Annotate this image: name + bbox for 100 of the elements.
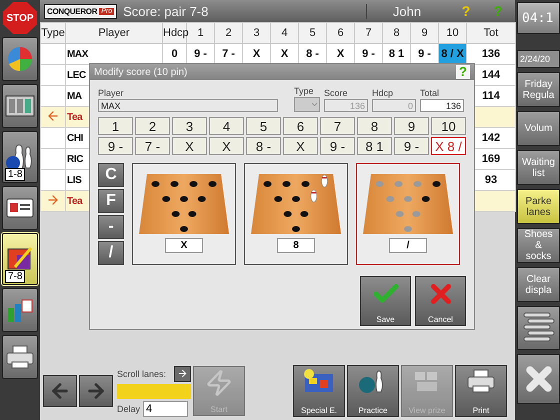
sidebar-button[interactable] <box>2 84 38 128</box>
frame-number[interactable]: 1 <box>98 117 133 135</box>
fallen-pin-spot[interactable] <box>292 226 300 232</box>
score-key[interactable]: / <box>98 241 124 265</box>
clock: 04:1 <box>517 2 560 34</box>
fallen-pin-spot[interactable] <box>180 226 188 232</box>
side-menu-button[interactable]: Volum <box>517 111 560 146</box>
column-header: Type <box>40 22 66 44</box>
lane-panel[interactable]: / <box>356 163 460 265</box>
frame-number[interactable]: 6 <box>283 117 318 135</box>
frame-score[interactable]: 8 - <box>246 137 281 155</box>
frame-number[interactable]: 4 <box>209 117 244 135</box>
pie-chart-icon <box>5 45 35 73</box>
action-button[interactable]: Practice <box>347 365 399 417</box>
fallen-pin-spot[interactable] <box>264 181 272 187</box>
column-header: 6 <box>326 22 354 44</box>
sidebar-button[interactable] <box>2 186 38 230</box>
table-cell <box>40 148 66 170</box>
fallen-pin-spot[interactable] <box>190 181 198 187</box>
save-button[interactable]: Save <box>360 276 411 326</box>
chevron-icon <box>310 100 319 109</box>
fallen-pin-spot[interactable] <box>282 181 290 187</box>
stop-button[interactable]: STOP <box>3 2 37 34</box>
field-label: Type <box>294 86 315 96</box>
frame-score[interactable]: 9 - <box>394 137 429 155</box>
printer-icon <box>466 368 496 394</box>
delay-field[interactable]: 4 <box>143 400 188 416</box>
delay-label: Delay <box>117 404 140 414</box>
table-cell <box>40 64 66 86</box>
frame-number[interactable]: 7 <box>320 117 355 135</box>
column-header: 5 <box>298 22 326 44</box>
lane-panel[interactable]: X <box>132 163 236 265</box>
column-header: 9 <box>410 22 438 44</box>
frame-score[interactable]: X <box>209 137 244 155</box>
standing-pin[interactable] <box>310 190 318 202</box>
close-button[interactable] <box>517 354 560 404</box>
date-label: 2/24/20 <box>517 50 560 68</box>
ball-result: X <box>165 238 203 253</box>
frame-number[interactable]: 8 <box>357 117 392 135</box>
fallen-pin-spot[interactable] <box>422 196 430 202</box>
scroll-button[interactable] <box>174 366 191 382</box>
frame-score[interactable]: X <box>172 137 207 155</box>
score-key[interactable]: F <box>98 189 124 213</box>
action-button[interactable]: Print <box>455 365 507 417</box>
sidebar-button[interactable] <box>2 288 38 332</box>
list-button[interactable] <box>517 306 560 350</box>
player-cell: MAX <box>66 44 162 64</box>
side-menu-button[interactable]: Shoes & socks <box>517 228 560 263</box>
frame-score[interactable]: 9 - <box>98 137 133 155</box>
frame-score[interactable]: X <box>283 137 318 155</box>
fallen-pin-spot[interactable] <box>284 211 292 217</box>
field-label: Hdcp <box>372 88 394 98</box>
table-cell: 136 <box>466 44 516 64</box>
column-header: 3 <box>242 22 270 44</box>
next-button[interactable] <box>79 375 113 407</box>
cancel-button[interactable]: Cancel <box>415 276 466 326</box>
previous-button[interactable] <box>43 375 77 407</box>
table-cell <box>40 44 66 64</box>
frame-number[interactable]: 10 <box>431 117 466 135</box>
fallen-pin-spot[interactable] <box>292 196 300 202</box>
total-field[interactable]: 136 <box>420 99 464 112</box>
frame-score[interactable]: 7 - <box>135 137 170 155</box>
fallen-pin-spot[interactable] <box>180 196 188 202</box>
standing-pin[interactable] <box>321 174 328 188</box>
fallen-pin-spot[interactable] <box>208 181 216 187</box>
fallen-pin-spot[interactable] <box>152 181 160 187</box>
fallen-pin-spot[interactable] <box>302 181 310 187</box>
fallen-pin-spot[interactable] <box>170 181 178 187</box>
sidebar-button[interactable]: 7-8 <box>2 233 38 285</box>
frame-score[interactable]: 8 1 <box>357 137 392 155</box>
logo-text: CONQUEROR <box>47 6 98 16</box>
player-field[interactable]: MAX <box>98 99 278 112</box>
fallen-pin-spot[interactable] <box>432 181 440 187</box>
fallen-pin-spot[interactable] <box>300 211 308 217</box>
frame-number[interactable]: 5 <box>246 117 281 135</box>
fallen-pin-spot[interactable] <box>162 196 170 202</box>
side-menu-button[interactable]: Friday Regula <box>517 72 560 107</box>
frame-number[interactable]: 3 <box>172 117 207 135</box>
frame-score[interactable]: X 8 / <box>431 137 466 155</box>
lane-panel[interactable]: 8 <box>244 163 348 265</box>
sidebar-button[interactable]: 1-8 <box>2 131 38 183</box>
sidebar-button[interactable] <box>2 37 38 81</box>
cabinet-icon <box>5 93 35 119</box>
fallen-pin-spot[interactable] <box>172 211 180 217</box>
fallen-pin-spot[interactable] <box>188 211 196 217</box>
fallen-pin-spot[interactable] <box>198 196 206 202</box>
side-menu-button[interactable]: Waiting list <box>517 150 560 185</box>
score-key[interactable]: - <box>98 215 124 239</box>
field-label: Score <box>324 88 349 98</box>
fallen-pin-spot[interactable] <box>274 196 282 202</box>
sidebar-button[interactable] <box>2 335 38 379</box>
frame-score[interactable]: 9 - <box>320 137 355 155</box>
scroll-lanes-label: Scroll lanes: <box>117 368 166 378</box>
score-key[interactable]: C <box>98 163 124 187</box>
lane-badge: 7-8 <box>5 270 26 283</box>
side-menu-button[interactable]: Clear displa <box>517 267 560 302</box>
side-menu-button[interactable]: Parke lanes <box>517 189 560 224</box>
action-button[interactable]: Special E. <box>293 365 345 417</box>
frame-number[interactable]: 9 <box>394 117 429 135</box>
frame-number[interactable]: 2 <box>135 117 170 135</box>
